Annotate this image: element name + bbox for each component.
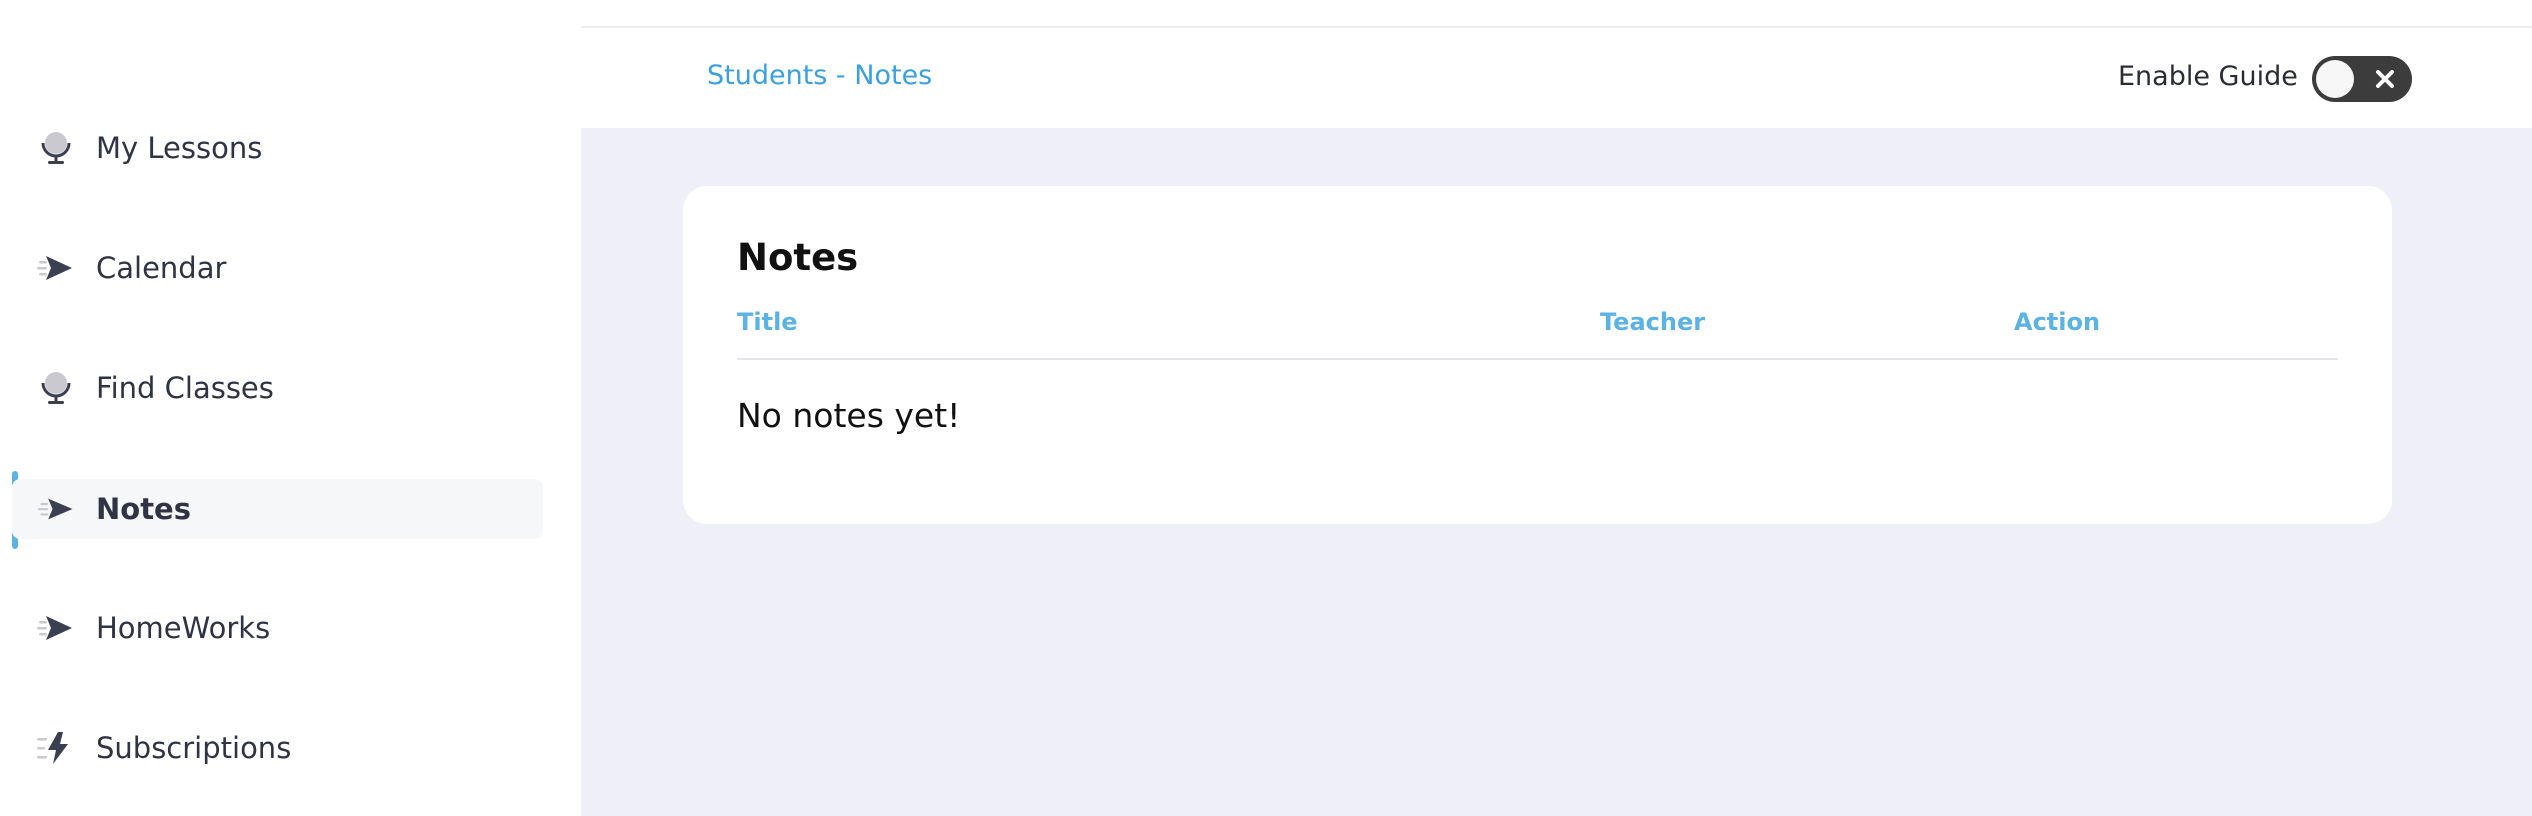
lesson-icon (36, 368, 76, 408)
sidebar-item-calendar[interactable]: Calendar (12, 238, 543, 298)
breadcrumb[interactable]: Students - Notes (707, 60, 932, 91)
toggle-knob (2316, 60, 2354, 98)
column-header-title: Title (737, 308, 798, 336)
table-divider (737, 358, 2338, 360)
sidebar-item-label: My Lessons (96, 131, 263, 165)
guide-toggle[interactable] (2312, 56, 2412, 102)
top-header: Students - Notes Enable Guide (581, 0, 2532, 128)
send-icon (36, 608, 76, 648)
sidebar-item-find-classes[interactable]: Find Classes (12, 358, 543, 418)
sidebar-item-subscriptions[interactable]: Subscriptions (12, 718, 543, 778)
column-header-action: Action (2014, 308, 2101, 336)
send-icon (36, 248, 76, 288)
sidebar-item-notes[interactable]: Notes (12, 479, 543, 539)
card-title: Notes (737, 236, 859, 279)
sidebar-item-label: HomeWorks (96, 611, 271, 645)
sidebar-item-homeworks[interactable]: HomeWorks (12, 598, 543, 658)
notes-card: Notes Title Teacher Action No notes yet! (683, 186, 2392, 524)
main-content: Notes Title Teacher Action No notes yet! (581, 128, 2532, 816)
sidebar: My Lessons Calendar Find Classes Notes H… (0, 0, 581, 816)
sidebar-item-label: Notes (96, 492, 191, 526)
sidebar-item-label: Find Classes (96, 371, 274, 405)
bolt-icon (36, 728, 76, 768)
column-header-teacher: Teacher (1600, 308, 1706, 336)
sidebar-item-label: Subscriptions (96, 731, 292, 765)
lesson-icon (36, 128, 76, 168)
close-icon (2372, 66, 2398, 92)
sidebar-item-label: Calendar (96, 251, 227, 285)
sidebar-item-my-lessons[interactable]: My Lessons (12, 118, 543, 178)
app-root: My Lessons Calendar Find Classes Notes H… (0, 0, 2532, 816)
header-divider (581, 26, 2532, 28)
empty-state-message: No notes yet! (737, 396, 961, 435)
guide-toggle-label: Enable Guide (2118, 61, 2298, 92)
send-icon (36, 489, 76, 529)
